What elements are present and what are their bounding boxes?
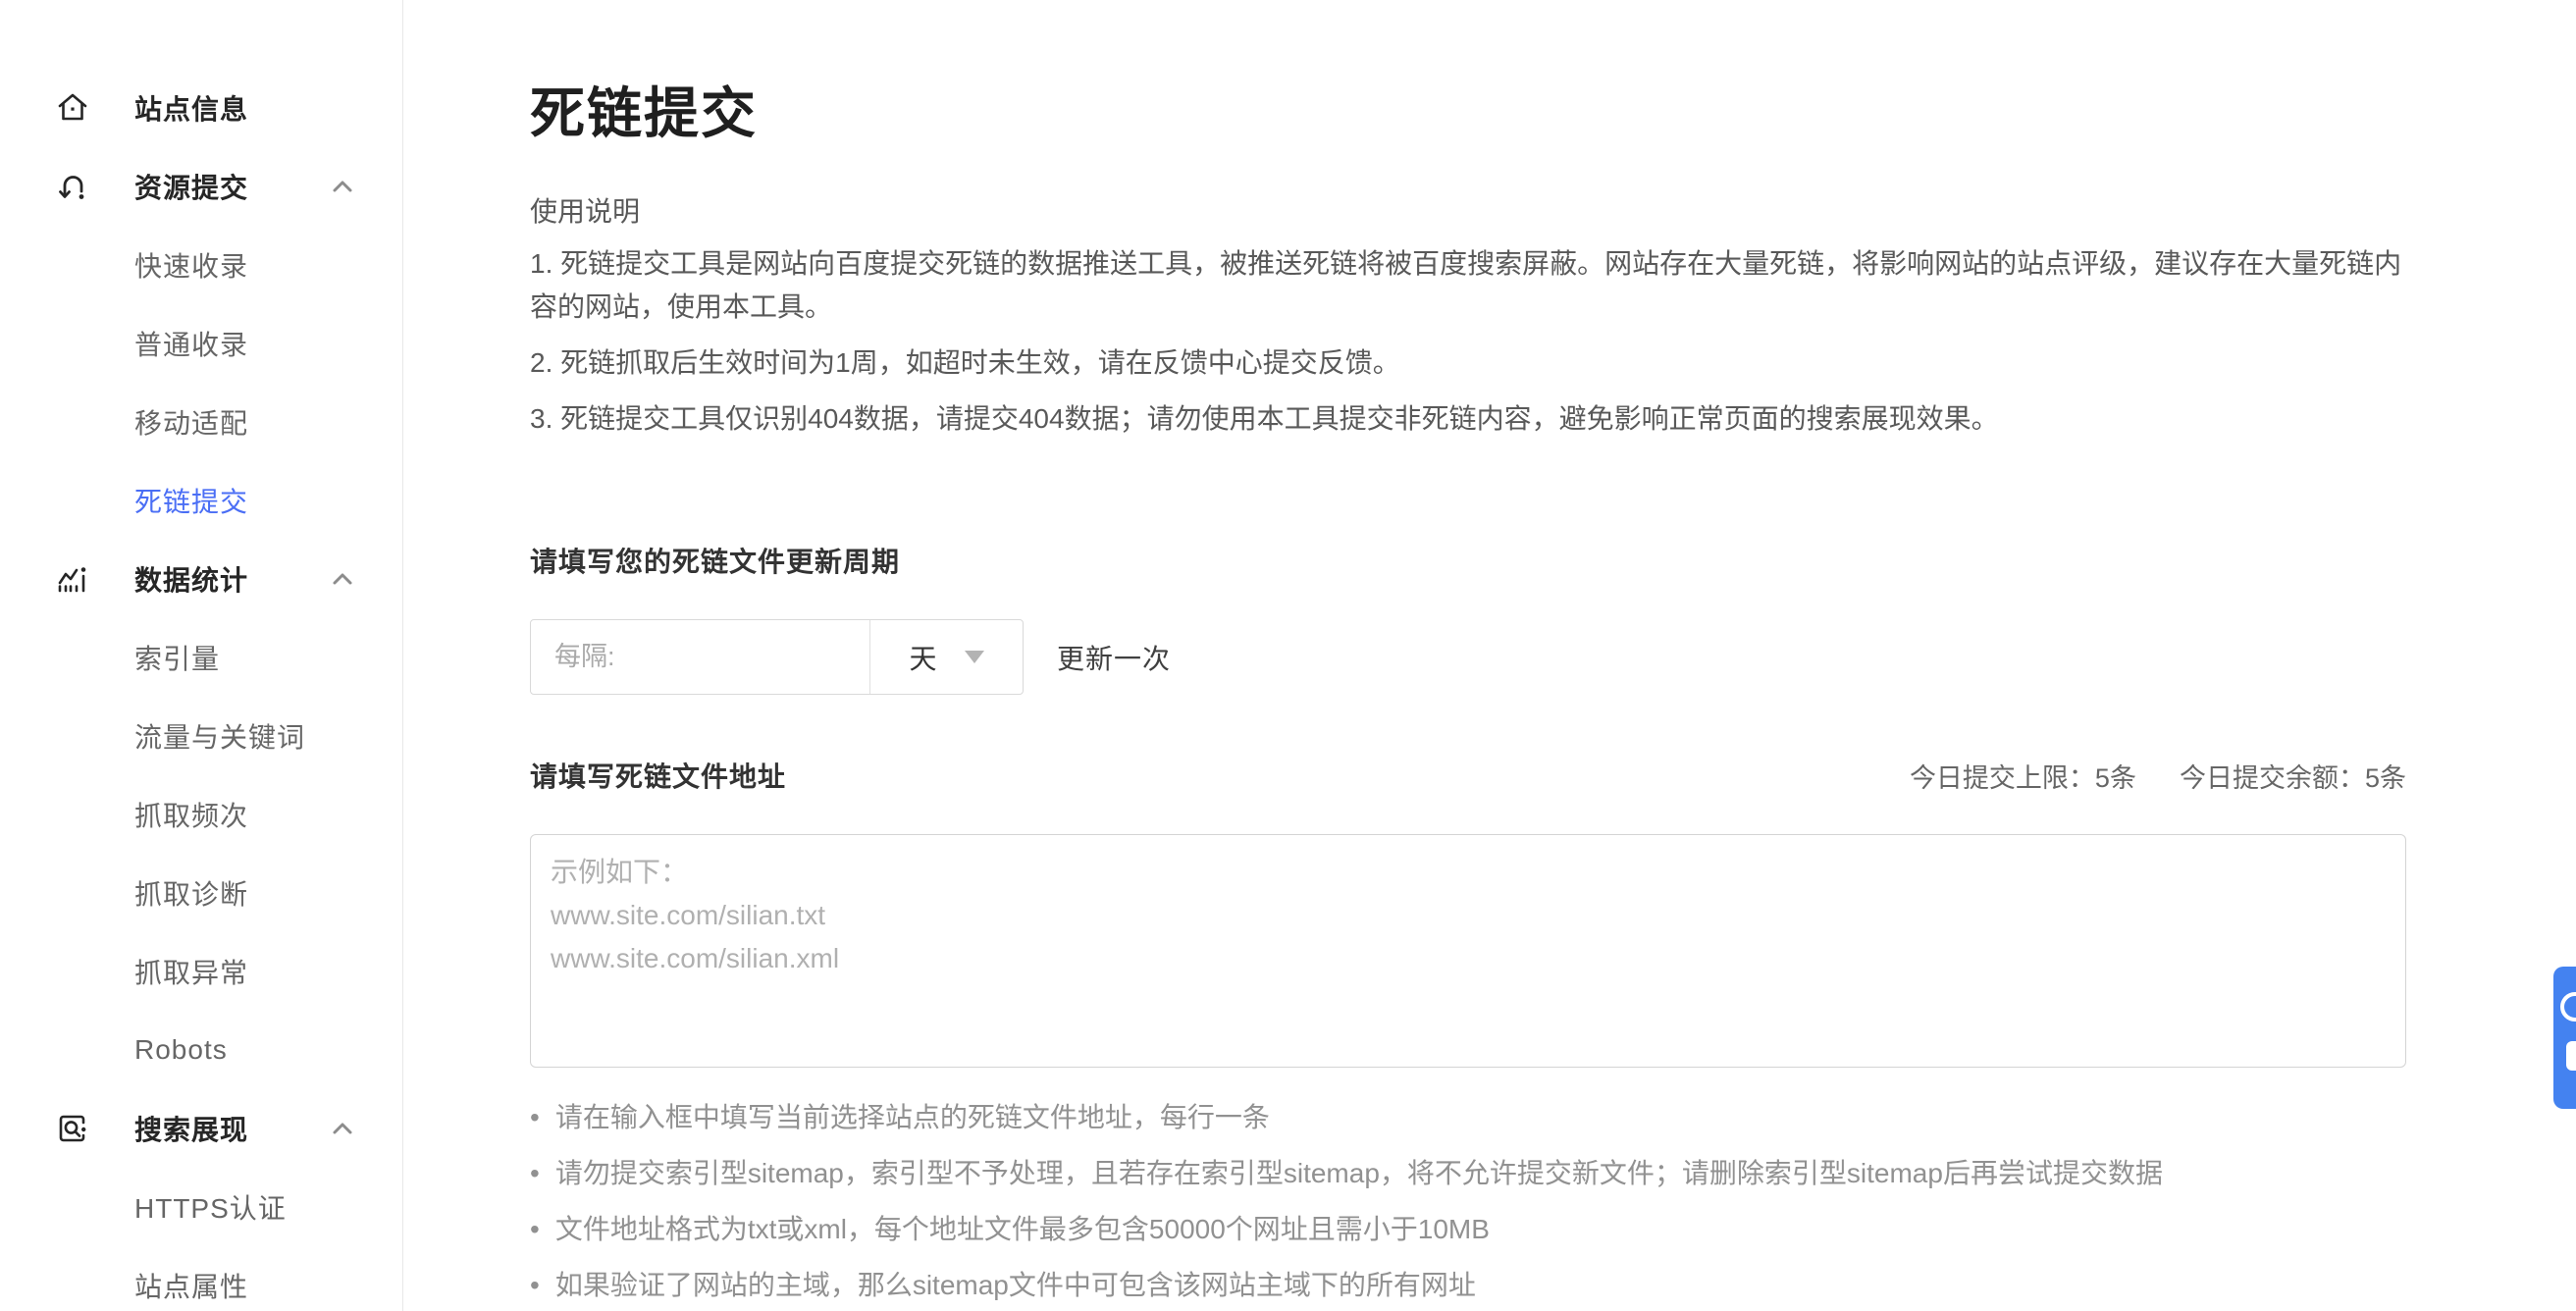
sidebar-item-label: 站点属性: [134, 1266, 248, 1305]
page-title: 死链提交: [530, 82, 2576, 145]
sidebar-item-index-volume[interactable]: 索引量: [0, 618, 402, 697]
chevron-up-icon[interactable]: [328, 1114, 357, 1143]
usage-instruction-2: 2. 死链抓取后生效时间为1周，如超时未生效，请在反馈中心提交反馈。: [530, 341, 2406, 385]
sidebar-item-resource-submit[interactable]: 资源提交: [0, 147, 402, 226]
bullet-icon: •: [530, 1157, 540, 1190]
page: 站点信息 资源提交 快速收录 普通收录 移动适配: [0, 0, 2576, 1311]
sidebar-item-traffic-keywords[interactable]: 流量与关键词: [0, 697, 402, 775]
chevron-up-icon[interactable]: [328, 564, 357, 594]
note-item: •请在输入框中填写当前选择站点的死链文件地址，每行一条: [530, 1101, 2406, 1134]
cycle-section-label: 请填写您的死链文件更新周期: [530, 541, 2576, 580]
feedback-pill-icon: [2566, 1041, 2576, 1071]
caret-down-icon: [965, 651, 984, 663]
chevron-up-icon[interactable]: [328, 172, 357, 201]
quota-limit: 今日提交上限：5条: [1910, 757, 2136, 795]
sidebar: 站点信息 资源提交 快速收录 普通收录 移动适配: [0, 0, 403, 1311]
sidebar-item-label: Robots: [134, 1034, 228, 1066]
note-item: •请勿提交索引型sitemap，索引型不予处理，且若存在索引型sitemap，将…: [530, 1157, 2406, 1190]
sidebar-item-label: 快速收录: [134, 245, 248, 285]
sidebar-item-deadlink-submit-active[interactable]: 死链提交: [0, 461, 402, 540]
cycle-interval-input[interactable]: [531, 620, 869, 694]
sidebar-item-crawl-frequency[interactable]: 抓取频次: [0, 775, 402, 854]
usage-instruction-1: 1. 死链提交工具是网站向百度提交死链的数据推送工具，被推送死链将被百度搜索屏蔽…: [530, 242, 2406, 329]
quota-info: 今日提交上限：5条 今日提交余额：5条: [1910, 757, 2406, 795]
home-icon: [56, 91, 89, 125]
sidebar-item-label: 资源提交: [134, 167, 248, 206]
note-item: •文件地址格式为txt或xml，每个地址文件最多包含50000个网址且需小于10…: [530, 1213, 2406, 1246]
sidebar-item-label: 抓取异常: [134, 952, 248, 991]
cycle-input-group: 天: [530, 619, 1024, 695]
feedback-float-tab[interactable]: [2553, 967, 2576, 1109]
sidebar-item-label: 索引量: [134, 638, 220, 677]
sidebar-item-label: HTTPS认证: [134, 1187, 287, 1227]
sidebar-item-robots[interactable]: Robots: [0, 1011, 402, 1089]
sidebar-item-label: 站点信息: [134, 88, 248, 128]
cycle-row: 天 更新一次: [530, 619, 2576, 695]
sidebar-item-label: 搜索展现: [134, 1109, 248, 1148]
sidebar-item-label: 流量与关键词: [134, 716, 305, 756]
quota-balance: 今日提交余额：5条: [2180, 757, 2406, 795]
feedback-ring-icon: [2560, 992, 2576, 1022]
sidebar-item-site-property[interactable]: 站点属性: [0, 1246, 402, 1311]
sidebar-item-crawl-exception[interactable]: 抓取异常: [0, 932, 402, 1011]
bullet-icon: •: [530, 1101, 540, 1134]
sidebar-item-mobile-adapt[interactable]: 移动适配: [0, 383, 402, 461]
usage-heading: 使用说明: [530, 190, 2576, 230]
link-submit-icon: [56, 170, 89, 203]
main-content: 死链提交 使用说明 1. 死链提交工具是网站向百度提交死链的数据推送工具，被推送…: [404, 0, 2576, 1311]
bullet-icon: •: [530, 1213, 540, 1246]
notes-list: •请在输入框中填写当前选择站点的死链文件地址，每行一条 •请勿提交索引型site…: [530, 1101, 2406, 1302]
bullet-icon: •: [530, 1269, 540, 1302]
sidebar-item-https-cert[interactable]: HTTPS认证: [0, 1168, 402, 1246]
sidebar-item-site-info[interactable]: 站点信息: [0, 69, 402, 147]
chart-icon: [56, 562, 89, 596]
sidebar-item-crawl-diagnosis[interactable]: 抓取诊断: [0, 854, 402, 932]
cycle-suffix-label: 更新一次: [1057, 638, 1171, 677]
sidebar-item-normal-include[interactable]: 普通收录: [0, 304, 402, 383]
search-box-icon: [56, 1112, 89, 1145]
sidebar-item-fast-include[interactable]: 快速收录: [0, 226, 402, 304]
sidebar-item-search-display[interactable]: 搜索展现: [0, 1089, 402, 1168]
cycle-unit-value: 天: [909, 638, 936, 677]
sidebar-item-label: 移动适配: [134, 402, 248, 442]
usage-instruction-3: 3. 死链提交工具仅识别404数据，请提交404数据；请勿使用本工具提交非死链内…: [530, 397, 2406, 441]
note-item: •如果验证了网站的主域，那么sitemap文件中可包含该网站主域下的所有网址: [530, 1269, 2406, 1302]
deadlink-file-textarea[interactable]: [530, 834, 2406, 1068]
cycle-unit-select[interactable]: 天: [869, 620, 1023, 694]
sidebar-item-label: 普通收录: [134, 324, 248, 363]
sidebar-item-label: 抓取频次: [134, 795, 248, 834]
sidebar-item-label: 死链提交: [134, 481, 248, 520]
sidebar-item-data-statistics[interactable]: 数据统计: [0, 540, 402, 618]
file-section-label: 请填写死链文件地址: [530, 756, 786, 795]
sidebar-item-label: 数据统计: [134, 559, 248, 599]
file-label-row: 请填写死链文件地址 今日提交上限：5条 今日提交余额：5条: [530, 756, 2406, 795]
sidebar-item-label: 抓取诊断: [134, 873, 248, 913]
